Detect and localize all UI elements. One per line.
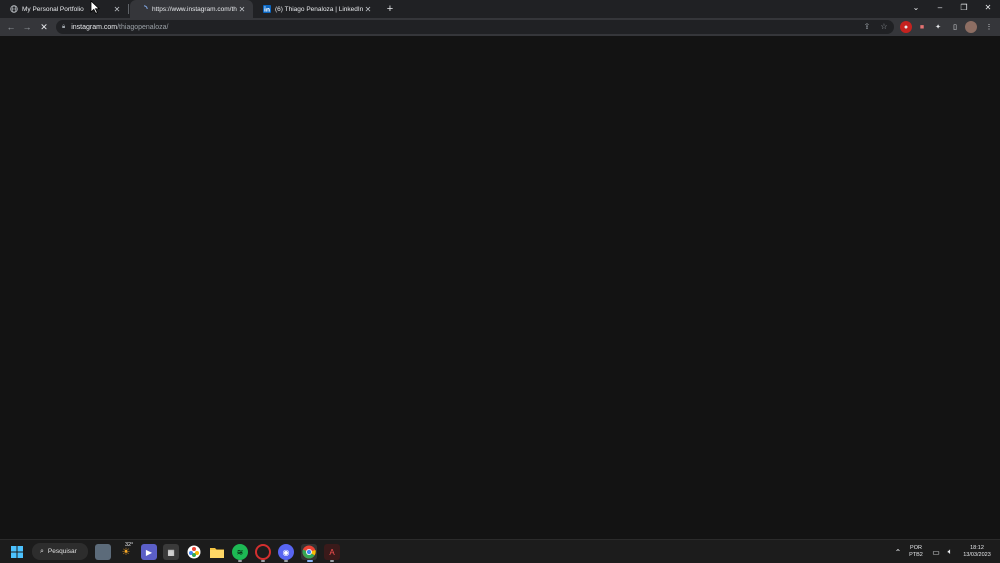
window-close-icon[interactable]: ✕ [976,0,1000,18]
running-indicator [330,560,334,562]
side-panel-icon[interactable]: ▯ [949,21,961,33]
close-icon[interactable]: ✕ [363,5,373,14]
running-indicator [238,560,242,562]
opera-icon[interactable] [255,544,271,560]
task-view-icon[interactable] [95,544,111,560]
keyboard-layout: PTB2 [909,552,923,558]
bookmark-star-icon[interactable]: ☆ [878,20,890,34]
lock-icon: 🔒︎ [62,23,66,30]
menu-kebab-icon[interactable]: ⋮ [983,21,995,33]
chrome-icon[interactable] [301,544,317,560]
address-bar[interactable]: 🔒︎ instagram.com/thiagopenaloza/ [56,20,894,34]
weather-temperature: 32° [125,542,134,548]
spotify-icon[interactable]: ≋ [232,544,248,560]
extension-shield-icon[interactable]: ● [900,21,912,33]
extension-record-icon[interactable]: ■ [916,21,928,33]
tab-title: (6) Thiago Penaloza | LinkedIn [275,5,363,13]
app-a-icon[interactable]: A [324,544,340,560]
stop-loading-icon[interactable]: ✕ [37,20,51,34]
tab-search-icon[interactable]: ⌄ [904,0,928,18]
close-icon[interactable]: ✕ [237,5,247,14]
windows-taskbar: ⌕ Pesquisar ☀ 32° ▶ ▦ ≋ ◉ A ⌃ POR PTB2 ▭… [0,539,1000,563]
tab-instagram[interactable]: https://www.instagram.com/thia ✕ [130,0,253,18]
search-label: Pesquisar [47,548,77,555]
teams-chat-icon[interactable]: ▶ [141,544,157,560]
tab-portfolio[interactable]: My Personal Portfolio ✕ [0,0,128,18]
page-viewport [0,36,1000,539]
forward-arrow-icon[interactable]: → [20,20,34,34]
share-icon[interactable]: ⇪ [861,20,873,34]
new-tab-button[interactable]: + [384,2,396,16]
running-indicator [307,560,313,562]
volume-icon[interactable]: 🔈︎ [942,544,958,560]
chevron-up-icon[interactable]: ⌃ [890,544,906,560]
extensions-puzzle-icon[interactable]: ✦ [932,21,944,33]
windows-start-icon[interactable] [9,544,25,560]
discord-icon[interactable]: ◉ [278,544,294,560]
close-icon[interactable]: ✕ [112,5,122,14]
back-arrow-icon[interactable]: ← [4,20,18,34]
search-icon: ⌕ [40,547,44,555]
mouse-cursor-icon [90,0,100,19]
input-language[interactable]: POR PTB2 [906,545,926,559]
photos-icon[interactable] [186,544,202,560]
linkedin-icon [263,5,271,13]
tab-strip: My Personal Portfolio ✕ https://www.inst… [0,0,1000,18]
url-path: /thiagopenaloza/ [117,23,169,31]
taskbar-search[interactable]: ⌕ Pesquisar [32,543,88,560]
tab-title: https://www.instagram.com/thia [152,5,237,13]
url-host: instagram.com [71,23,118,31]
tab-linkedin[interactable]: (6) Thiago Penaloza | LinkedIn ✕ [253,0,379,18]
clock-date: 13/03/2023 [963,552,991,558]
clock-time: 18:12 [970,545,984,551]
file-explorer-icon[interactable] [209,544,225,560]
store-icon[interactable]: ▦ [163,544,179,560]
clock[interactable]: 18:12 13/03/2023 [958,545,996,559]
avatar[interactable] [965,21,977,33]
tab-divider [128,4,129,14]
loading-icon [140,5,148,13]
globe-icon [10,5,18,13]
browser-toolbar: ← → ✕ 🔒︎ instagram.com/thiagopenaloza/ ⇪… [0,18,1000,36]
minimize-icon[interactable]: – [928,0,952,18]
running-indicator [261,560,265,562]
restore-icon[interactable]: ❐ [952,0,976,18]
language-code: POR [910,545,922,551]
running-indicator [284,560,288,562]
